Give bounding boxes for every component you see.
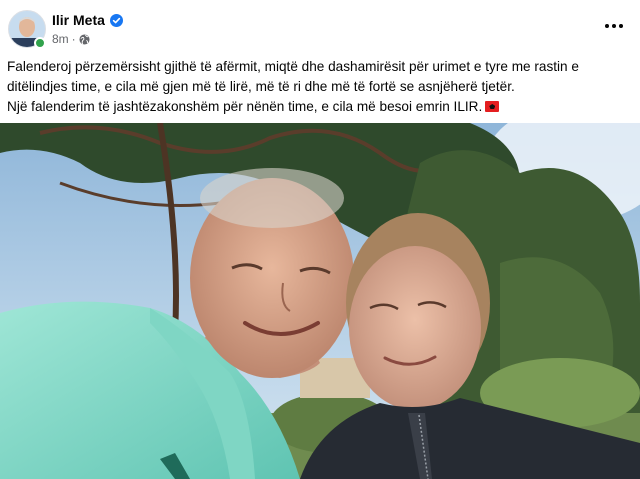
facebook-post: Ilir Meta 8m · Falenderoj përzemërsisht … xyxy=(0,0,640,479)
post-meta: 8m · xyxy=(52,32,90,46)
post-timestamp[interactable]: 8m xyxy=(52,32,69,46)
online-status-dot xyxy=(34,37,46,49)
author-name[interactable]: Ilir Meta xyxy=(52,12,105,28)
post-header: Ilir Meta 8m · xyxy=(0,0,640,56)
post-text-paragraph-1: Falenderoj përzemërsisht gjithë të afërm… xyxy=(7,59,579,94)
post-text: Falenderoj përzemërsisht gjithë të afërm… xyxy=(7,57,633,117)
selfie-photo xyxy=(0,123,640,479)
post-text-paragraph-2-text: Një falenderim të jashtëzakonshëm për në… xyxy=(7,99,483,114)
meta-separator: · xyxy=(71,32,76,46)
post-text-paragraph-2: Një falenderim të jashtëzakonshëm për në… xyxy=(7,97,633,117)
more-options-button[interactable] xyxy=(600,16,628,36)
post-photo[interactable] xyxy=(0,123,640,479)
globe-icon[interactable] xyxy=(79,33,90,45)
author-row: Ilir Meta xyxy=(52,12,123,28)
more-options-icon xyxy=(605,24,610,28)
albania-flag-icon xyxy=(485,101,500,112)
verified-badge-icon xyxy=(109,13,123,27)
